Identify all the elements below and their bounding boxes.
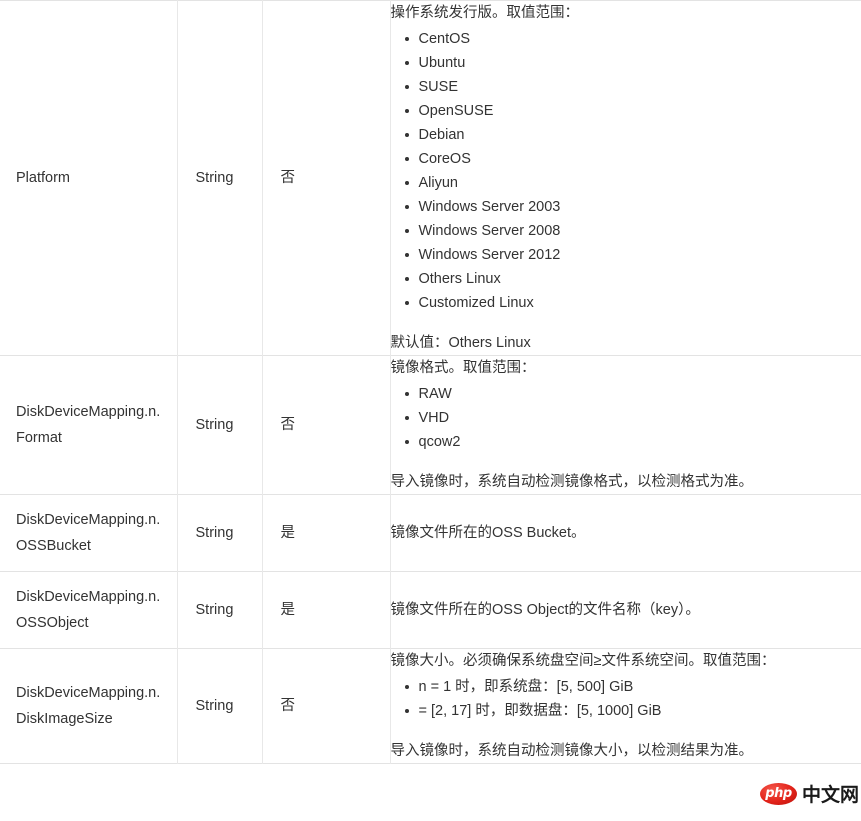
parameter-name-cell: DiskDeviceMapping.n.DiskImageSize <box>0 648 178 764</box>
parameter-name-cell: DiskDeviceMapping.n.OSSObject <box>0 571 178 649</box>
parameter-type: String <box>195 417 234 433</box>
description-footnote: 导入镜像时，系统自动检测镜像大小，以检测结果为准。 <box>390 743 754 759</box>
table-row: DiskDeviceMapping.n.OSSBucket String 是 镜… <box>0 494 861 572</box>
parameter-required: 否 <box>280 170 296 186</box>
list-item: Customized Linux <box>404 291 861 315</box>
list-item: SUSE <box>404 75 861 99</box>
list-item: Windows Server 2008 <box>404 219 861 243</box>
description-value-list: CentOS Ubuntu SUSE OpenSUSE Debian CoreO… <box>391 27 861 315</box>
parameter-required: 否 <box>280 698 296 714</box>
parameter-required-cell: 是 <box>262 571 391 649</box>
table-row: DiskDeviceMapping.n.Format String 否 镜像格式… <box>0 355 861 495</box>
parameter-name: DiskDeviceMapping.n.DiskImageSize <box>16 685 161 727</box>
list-item: VHD <box>404 406 861 430</box>
parameter-name: DiskDeviceMapping.n.Format <box>16 404 161 446</box>
php-logo-icon: php <box>759 782 797 805</box>
parameter-description-cell: 镜像格式。取值范围： RAW VHD qcow2 导入镜像时，系统自动检测镜像格… <box>390 356 861 495</box>
parameter-name: DiskDeviceMapping.n.OSSBucket <box>16 512 161 554</box>
table-row: DiskDeviceMapping.n.DiskImageSize String… <box>0 648 861 764</box>
parameter-description-cell: 操作系统发行版。取值范围： CentOS Ubuntu SUSE OpenSUS… <box>390 1 861 356</box>
list-item: Windows Server 2003 <box>404 195 861 219</box>
parameter-type: String <box>195 525 234 541</box>
list-item: Others Linux <box>404 267 861 291</box>
parameter-required: 是 <box>280 525 296 541</box>
parameter-required-cell: 否 <box>262 0 391 356</box>
description-lead: 镜像大小。必须确保系统盘空间≥文件系统空间。取值范围： <box>390 653 776 669</box>
parameter-type: String <box>195 698 234 714</box>
parameter-name-cell: Platform <box>0 0 178 356</box>
watermark: php 中文网 <box>759 780 859 807</box>
parameter-name: Platform <box>16 170 70 186</box>
table-row: DiskDeviceMapping.n.OSSObject String 是 镜… <box>0 571 861 649</box>
parameter-required-cell: 否 <box>262 648 391 764</box>
parameter-type-cell: String <box>177 0 263 356</box>
parameter-required-cell: 是 <box>262 494 391 572</box>
description-footnote: 默认值：Others Linux <box>390 335 531 351</box>
description-footnote: 导入镜像时，系统自动检测镜像格式，以检测格式为准。 <box>390 474 754 490</box>
list-item: RAW <box>404 382 861 406</box>
description-lead: 操作系统发行版。取值范围： <box>390 5 580 21</box>
parameter-name-cell: DiskDeviceMapping.n.OSSBucket <box>0 494 178 572</box>
list-item: = [2, 17] 时，即数据盘：[5, 1000] GiB <box>404 699 861 723</box>
parameter-description-cell: 镜像大小。必须确保系统盘空间≥文件系统空间。取值范围： n = 1 时，即系统盘… <box>390 649 861 764</box>
description-value-list: RAW VHD qcow2 <box>391 382 861 454</box>
parameter-type-cell: String <box>177 648 263 764</box>
api-parameter-table-body: Platform String 否 操作系统发行版。取值范围： CentOS U… <box>0 0 861 764</box>
parameter-type: String <box>195 602 234 618</box>
watermark-text: 中文网 <box>801 784 859 806</box>
parameter-description-cell: 镜像文件所在的OSS Object的文件名称（key）。 <box>390 572 861 649</box>
parameter-description-cell: 镜像文件所在的OSS Bucket。 <box>390 495 861 572</box>
parameter-type-cell: String <box>177 571 263 649</box>
api-parameter-table: Platform String 否 操作系统发行版。取值范围： CentOS U… <box>0 0 861 764</box>
parameter-name: DiskDeviceMapping.n.OSSObject <box>16 589 161 631</box>
list-item: n = 1 时，即系统盘：[5, 500] GiB <box>404 675 861 699</box>
list-item: Windows Server 2012 <box>404 243 861 267</box>
description-text: 镜像文件所在的OSS Object的文件名称（key）。 <box>390 602 700 618</box>
list-item: Ubuntu <box>404 51 861 75</box>
list-item: qcow2 <box>404 430 861 454</box>
description-lead: 镜像格式。取值范围： <box>390 360 536 376</box>
list-item: Debian <box>404 123 861 147</box>
parameter-required-cell: 否 <box>262 355 391 495</box>
description-value-list: n = 1 时，即系统盘：[5, 500] GiB = [2, 17] 时，即数… <box>391 675 861 723</box>
parameter-required: 否 <box>280 417 296 433</box>
list-item: CoreOS <box>404 147 861 171</box>
list-item: CentOS <box>404 27 861 51</box>
parameter-required: 是 <box>280 602 296 618</box>
description-text: 镜像文件所在的OSS Bucket。 <box>390 525 586 541</box>
table-row: Platform String 否 操作系统发行版。取值范围： CentOS U… <box>0 0 861 356</box>
list-item: OpenSUSE <box>404 99 861 123</box>
list-item: Aliyun <box>404 171 861 195</box>
parameter-name-cell: DiskDeviceMapping.n.Format <box>0 355 178 495</box>
parameter-type: String <box>195 170 234 186</box>
parameter-type-cell: String <box>177 494 263 572</box>
parameter-type-cell: String <box>177 355 263 495</box>
